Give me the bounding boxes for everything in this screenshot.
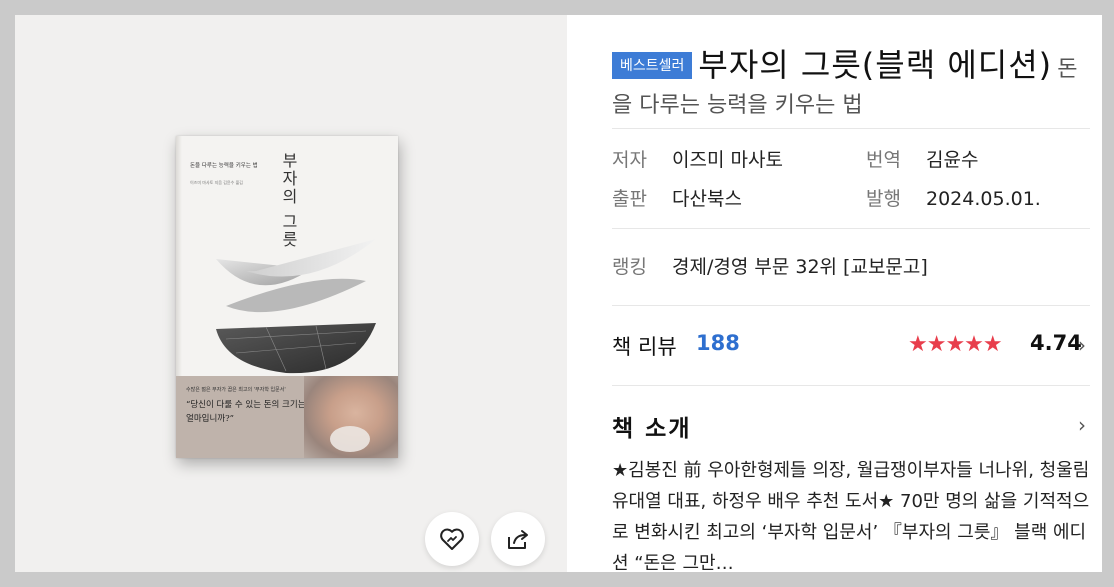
publish-date: 2024.05.01. [926,188,1041,210]
chevron-right-icon[interactable]: › [1078,413,1086,437]
cover-tagline: 돈을 다루는 능력을 키우는 법 [190,163,258,169]
author-label: 저자 [612,149,647,171]
translator-link[interactable]: 김윤수 [926,145,978,172]
review-summary-row[interactable]: 책 리뷰 188 ★★★★★ 4.74 › [612,331,1090,361]
cover-band-quote: “당신이 다룰 수 있는 돈의 크기는 얼마입니까?” [186,400,306,424]
cover-band-caption: 수많은 젊은 부자가 꼽은 최고의 '부자학 입문서' [186,387,286,393]
ranking-label: 랭킹 [612,256,647,278]
author-row: 저자 이즈미 마사토 [612,145,783,172]
bestseller-badge: 베스트셀러 [612,52,693,79]
divider [612,305,1090,306]
author-link[interactable]: 이즈미 마사토 [672,145,783,172]
cover-credits: 이즈미 마사토 지음 김윤수 옮김 [190,180,243,185]
publisher-link[interactable]: 다산북스 [672,184,742,211]
heart-icon [440,528,464,550]
divider [612,128,1090,129]
ranking-row: 랭킹 경제/경영 부문 32위 [교보문고] [612,252,928,279]
publisher-label: 출판 [612,188,647,210]
ranking-value: 경제/경영 부문 32위 [교보문고] [672,256,928,278]
intro-text: ★김봉진 前 우아한형제들 의장, 월급쟁이부자들 너나위, 청울림 유대열 대… [612,460,1090,572]
screen-frame: 돈을 다루는 능력을 키우는 법 이즈미 마사토 지음 김윤수 옮김 부자의 그… [0,0,1114,587]
title-block: 베스트셀러 부자의 그릇(블랙 에디션) 돈을 다루는 능력을 키우는 법 [612,43,1090,119]
cover-author-photo [304,376,398,458]
book-title: 부자의 그릇(블랙 에디션) [698,46,1053,84]
chevron-right-icon: › [1078,333,1086,357]
date-row: 발행 2024.05.01. [866,184,1041,211]
book-detail-panel: 돈을 다루는 능력을 키우는 법 이즈미 마사토 지음 김윤수 옮김 부자의 그… [15,15,1102,572]
publisher-row: 출판 다산북스 [612,184,742,211]
share-icon [508,530,528,549]
share-button[interactable] [491,512,545,566]
review-label: 책 리뷰 [612,335,677,359]
cover-area: 돈을 다루는 능력을 키우는 법 이즈미 마사토 지음 김윤수 옮김 부자의 그… [15,15,567,572]
review-count: 188 [696,331,740,355]
cover-bowls-illustration [216,239,376,374]
rating-stars: ★★★★★ [908,332,1003,357]
book-details: 베스트셀러 부자의 그릇(블랙 에디션) 돈을 다루는 능력을 키우는 법 저자 이… [612,15,1092,572]
translator-label: 번역 [866,149,901,171]
divider [612,385,1090,386]
intro-title: 책 소개 [612,416,692,442]
divider [612,228,1090,229]
date-label: 발행 [866,188,901,210]
translator-row: 번역 김윤수 [866,145,978,172]
rating-value: 4.74 [1030,331,1082,355]
book-cover-image[interactable]: 돈을 다루는 능력을 키우는 법 이즈미 마사토 지음 김윤수 옮김 부자의 그… [176,136,398,458]
like-button[interactable] [425,512,479,566]
cover-bottom-band: 수많은 젊은 부자가 꼽은 최고의 '부자학 입문서' “당신이 다룰 수 있는… [176,376,398,458]
